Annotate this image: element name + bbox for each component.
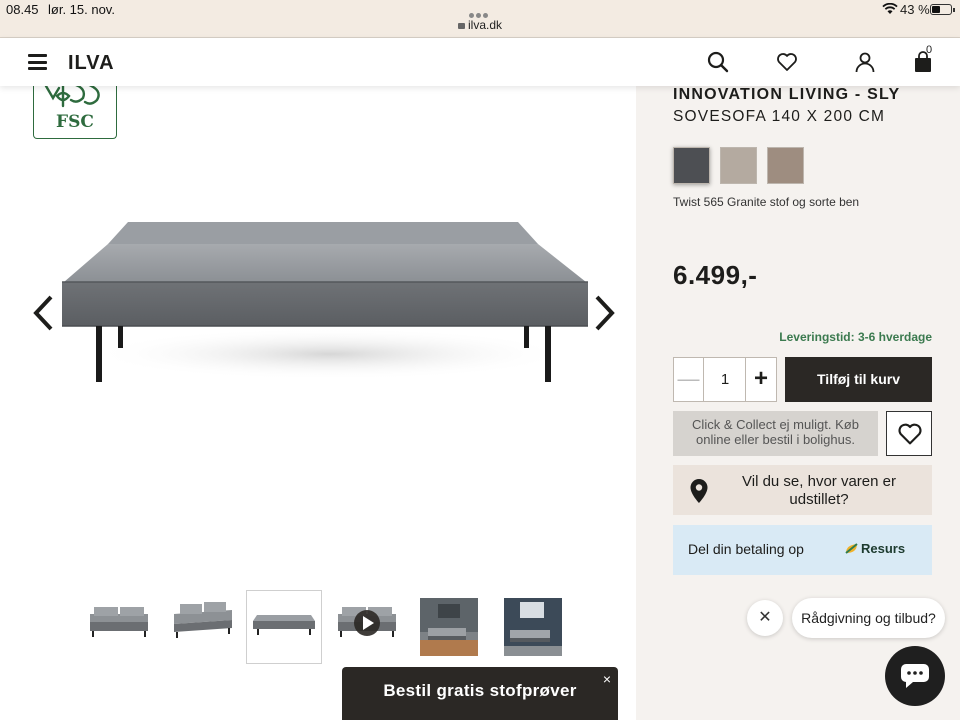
heart-icon: [898, 423, 922, 445]
resurs-leaf-icon: [845, 543, 858, 554]
product-image[interactable]: [58, 216, 592, 390]
free-fabric-samples-label: Bestil gratis stofprøver: [383, 681, 577, 700]
ilva-logo[interactable]: ILVA: [68, 52, 115, 75]
product-title: SOVESOFA 140 X 200 CM: [673, 108, 886, 125]
chat-launcher-button[interactable]: [885, 646, 945, 706]
close-icon[interactable]: ×: [603, 671, 611, 687]
color-swatch-taupe[interactable]: [767, 147, 804, 184]
color-swatch-sand[interactable]: [720, 147, 757, 184]
click-collect-notice: Click & Collect ej muligt. Køb online el…: [673, 411, 878, 456]
delivery-time: Leveringstid: 3-6 hverdage: [779, 330, 932, 344]
lock-icon: [457, 23, 465, 29]
quantity-increase-button[interactable]: +: [745, 358, 776, 401]
status-time: 08.45: [6, 2, 39, 17]
installment-payment-banner[interactable]: Del din betaling op Resurs: [673, 525, 932, 575]
thumbnail-1[interactable]: [82, 590, 158, 664]
location-pin-icon: [690, 479, 708, 503]
product-brand: INNOVATION LIVING - SLY: [673, 86, 901, 103]
product-price: 6.499,-: [673, 260, 758, 290]
user-icon[interactable]: [853, 50, 877, 74]
resurs-logo: Resurs: [861, 541, 906, 556]
showroom-label: Vil du se, hvor varen er udstillet?: [742, 473, 896, 508]
thumbnail-room-photo[interactable]: [414, 590, 490, 664]
chat-dismiss-button[interactable]: ✕: [747, 600, 783, 636]
status-bar: 08.45 lør. 15. nov. ilva.dk 43 %: [0, 0, 960, 38]
chat-prompt-bubble[interactable]: Rådgivning og tilbud?: [792, 598, 945, 638]
fsc-tree-icon: [44, 84, 100, 108]
installment-label: Del din betaling op: [688, 541, 804, 557]
free-fabric-samples-button[interactable]: Bestil gratis stofprøver ×: [342, 667, 618, 720]
menu-icon[interactable]: [28, 54, 47, 70]
status-date: lør. 15. nov.: [48, 2, 115, 17]
url-text: ilva.dk: [467, 18, 502, 32]
address-bar[interactable]: ilva.dk: [0, 18, 960, 32]
search-icon[interactable]: [706, 50, 730, 74]
thumbnail-3-selected[interactable]: [246, 590, 322, 664]
heart-icon[interactable]: [775, 50, 799, 74]
prev-arrow-icon[interactable]: [32, 294, 54, 332]
thumbnail-video[interactable]: [330, 590, 406, 664]
thumbnail-2[interactable]: [166, 590, 242, 664]
next-arrow-icon[interactable]: [594, 294, 616, 332]
more-dots-icon[interactable]: [469, 5, 491, 18]
wishlist-button[interactable]: [886, 411, 932, 456]
add-to-cart-button[interactable]: Tilføj til kurv: [785, 357, 932, 402]
quantity-value[interactable]: 1: [704, 358, 746, 401]
site-header: ILVA 0: [0, 38, 960, 86]
thumbnail-room-photo-dark[interactable]: [498, 590, 574, 664]
quantity-stepper: — 1 +: [673, 357, 777, 402]
quantity-decrease-button[interactable]: —: [674, 358, 704, 401]
cart-count-badge: 0: [926, 44, 933, 56]
fsc-badge: FSC: [33, 84, 117, 139]
battery-icon: [930, 4, 955, 15]
chat-icon: [901, 664, 929, 688]
showroom-finder-button[interactable]: Vil du se, hvor varen er udstillet?: [673, 465, 932, 515]
selected-color-name: Twist 565 Granite stof og sorte ben: [673, 195, 860, 209]
wifi-icon: [882, 3, 898, 14]
fsc-label: FSC: [56, 112, 94, 132]
battery-percent: 43 %: [900, 2, 930, 17]
color-swatch-granite[interactable]: [673, 147, 710, 184]
product-gallery: FSC: [0, 84, 636, 720]
